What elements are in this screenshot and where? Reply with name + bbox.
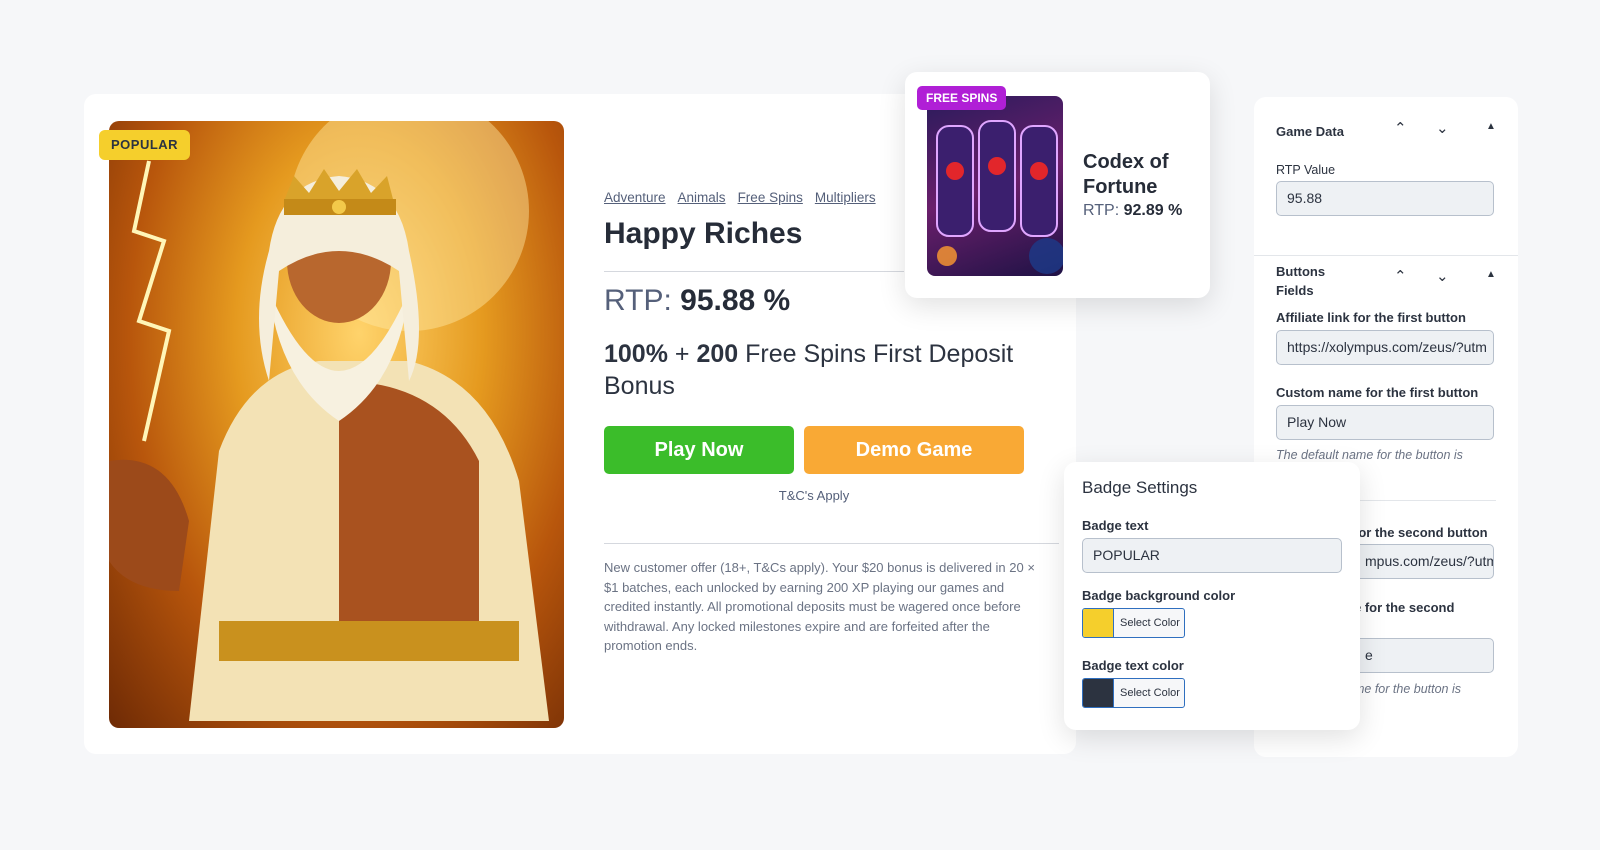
- related-game-rtp: RTP: 92.89 %: [1083, 202, 1182, 220]
- badge-settings-title: Badge Settings: [1082, 478, 1198, 497]
- tag-link[interactable]: Adventure: [604, 190, 666, 205]
- color-swatch: [1083, 679, 1114, 707]
- move-down-icon[interactable]: ⌄: [1436, 119, 1449, 137]
- move-up-icon[interactable]: ⌃: [1394, 119, 1407, 137]
- tag-link[interactable]: Animals: [678, 190, 726, 205]
- custom-name-first-input[interactable]: Play Now: [1276, 405, 1494, 440]
- move-up-icon[interactable]: ⌃: [1394, 267, 1407, 285]
- free-spins-badge: FREE SPINS: [917, 86, 1007, 110]
- default-name-hint: The default name for the button is: [1276, 448, 1463, 462]
- custom-name-first-label: Custom name for the first button: [1276, 385, 1479, 400]
- move-down-icon[interactable]: ⌄: [1436, 267, 1449, 285]
- color-swatch: [1083, 609, 1114, 637]
- tc-apply-link[interactable]: T&C's Apply: [604, 488, 1024, 503]
- rtp-value: 92.89 %: [1123, 202, 1183, 219]
- play-now-button[interactable]: Play Now: [604, 426, 794, 474]
- badge-text-color-picker[interactable]: Select Color: [1082, 678, 1185, 708]
- zeus-illustration: [109, 121, 549, 721]
- tag-link[interactable]: Multipliers: [815, 190, 876, 205]
- badge-text-label: Badge text: [1082, 518, 1149, 533]
- offer-percent: 100%: [604, 340, 668, 368]
- rtp-value-label: RTP Value: [1276, 163, 1336, 177]
- collapse-icon[interactable]: ▲: [1486, 121, 1496, 132]
- game-hero-image: [109, 121, 564, 728]
- select-color-label: Select Color: [1120, 617, 1180, 629]
- offer-spins: 200: [696, 340, 739, 368]
- default-name-hint: me for the button is: [1354, 682, 1462, 696]
- tag-link[interactable]: Free Spins: [738, 190, 803, 205]
- offer-plus: +: [667, 340, 697, 368]
- collapse-icon[interactable]: ▲: [1486, 269, 1496, 280]
- divider: [604, 271, 904, 272]
- related-game-card[interactable]: FREE SPINS Codex of Fortune RTP: 92.89 %: [905, 72, 1210, 298]
- rtp-label: RTP:: [1083, 202, 1120, 219]
- related-game-name[interactable]: Codex of Fortune: [1083, 150, 1203, 200]
- rtp-value-input[interactable]: 95.88: [1276, 181, 1494, 216]
- related-game-thumbnail[interactable]: [927, 96, 1063, 276]
- bonus-offer: 100% + 200 Free Spins First Deposit Bonu…: [604, 338, 1054, 402]
- slot-machine-image: [936, 120, 1063, 274]
- custom-name-second-label: e for the second: [1354, 600, 1455, 615]
- terms-text: New customer offer (18+, T&Cs apply). Yo…: [604, 560, 1035, 653]
- select-color-label: Select Color: [1120, 687, 1180, 699]
- demo-game-button[interactable]: Demo Game: [804, 426, 1024, 474]
- badge-text-color-label: Badge text color: [1082, 658, 1184, 673]
- affiliate-link-first-input[interactable]: https://xolympus.com/zeus/?utm: [1276, 330, 1494, 365]
- divider: [1254, 255, 1518, 256]
- buttons-fields-heading[interactable]: Buttons Fields: [1276, 262, 1346, 300]
- badge-bg-color-label: Badge background color: [1082, 588, 1236, 603]
- popular-badge: POPULAR: [99, 130, 191, 160]
- rtp-value: 95.88 %: [680, 284, 791, 317]
- badge-text-input[interactable]: POPULAR: [1082, 538, 1342, 573]
- affiliate-link-second-input[interactable]: mpus.com/zeus/?utm: [1354, 544, 1494, 579]
- rtp-label: RTP:: [604, 284, 672, 317]
- badge-settings-panel: Badge Settings Badge text POPULAR Badge …: [1064, 462, 1360, 730]
- game-data-heading[interactable]: Game Data: [1276, 124, 1344, 139]
- divider: [604, 543, 1059, 544]
- cta-buttons: Play Now Demo Game: [604, 426, 1054, 474]
- affiliate-link-first-label: Affiliate link for the first button: [1276, 310, 1466, 325]
- badge-bg-color-picker[interactable]: Select Color: [1082, 608, 1185, 638]
- custom-name-second-input[interactable]: e: [1354, 638, 1494, 673]
- affiliate-link-second-label: for the second button: [1354, 525, 1488, 540]
